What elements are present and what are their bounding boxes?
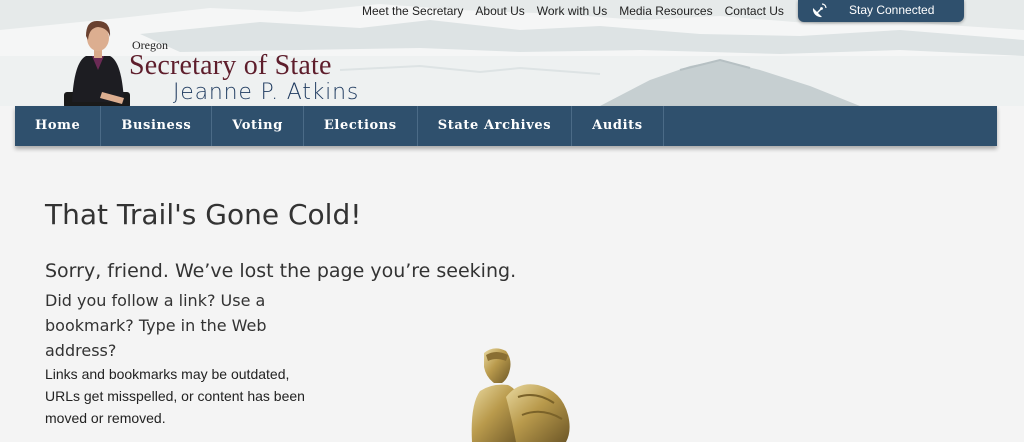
- nav-voting[interactable]: Voting: [212, 106, 304, 146]
- satellite-dish-icon: [812, 3, 827, 18]
- gold-pioneer-statue: [471, 348, 570, 442]
- logo-office-title: Secretary of State: [129, 50, 332, 81]
- error-subtitle: Sorry, friend. We’ve lost the page you’r…: [45, 260, 517, 282]
- nav-elections[interactable]: Elections: [304, 106, 418, 146]
- main-nav: Home Business Voting Elections State Arc…: [15, 106, 997, 146]
- nav-home[interactable]: Home: [15, 106, 102, 146]
- utility-link-meet-the-secretary[interactable]: Meet the Secretary: [362, 4, 463, 20]
- utility-link-about-us[interactable]: About Us: [475, 4, 524, 20]
- site-header: Meet the Secretary About Us Work with Us…: [0, 0, 1024, 106]
- utility-link-media-resources[interactable]: Media Resources: [619, 4, 712, 20]
- nav-business[interactable]: Business: [101, 106, 213, 146]
- page-title: That Trail's Gone Cold!: [45, 198, 362, 231]
- nav-state-archives[interactable]: State Archives: [418, 106, 573, 146]
- secretary-portrait: [64, 20, 130, 106]
- stay-connected-button[interactable]: Stay Connected: [798, 0, 964, 22]
- utility-nav: Meet the Secretary About Us Work with Us…: [362, 4, 796, 20]
- logo-officeholder-name: Jeanne P. Atkins: [173, 80, 360, 105]
- nav-audits[interactable]: Audits: [572, 106, 664, 146]
- error-explanation: Links and bookmarks may be outdated, URL…: [45, 366, 305, 426]
- stay-connected-label: Stay Connected: [849, 3, 935, 17]
- utility-link-contact-us[interactable]: Contact Us: [725, 4, 784, 20]
- error-question: Did you follow a link? Use a bookmark? T…: [45, 291, 267, 360]
- utility-link-work-with-us[interactable]: Work with Us: [537, 4, 607, 20]
